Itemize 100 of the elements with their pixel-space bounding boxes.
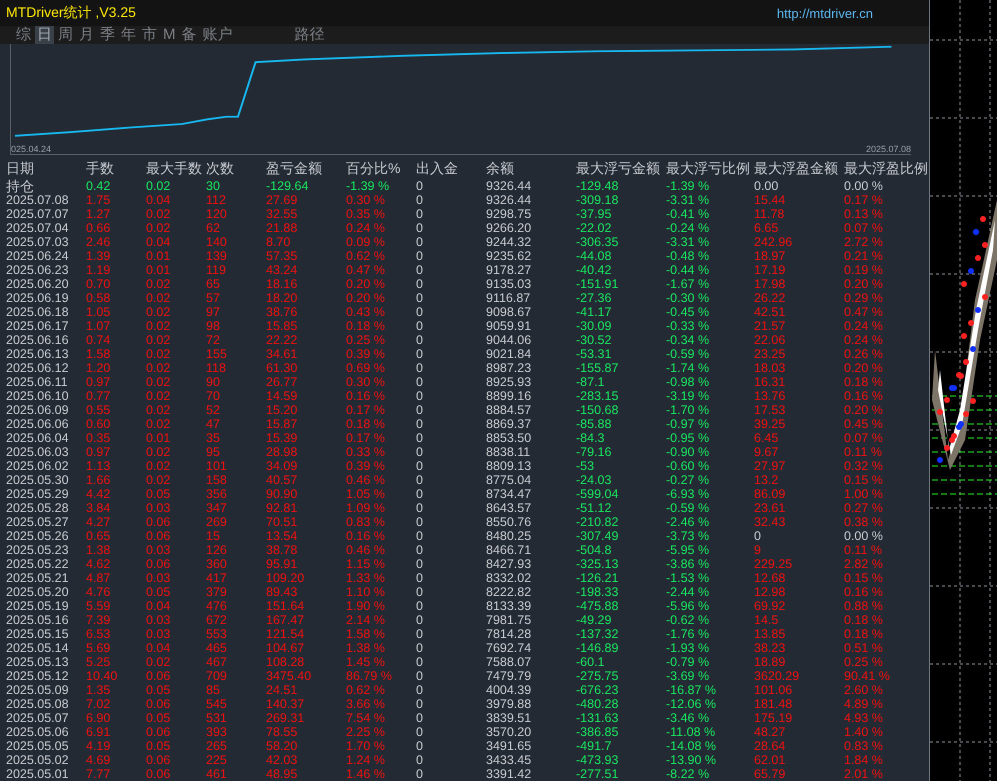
table-cell-text: 0 [416,501,424,515]
table-cell-text: -16.87 % [666,683,718,697]
table-cell-text: 0.03 [146,613,172,627]
period-tab[interactable]: M [161,26,178,44]
table-cell-text: 10.40 [86,669,118,683]
table-cell-text: 2025.05.02 [6,753,70,767]
period-tab[interactable]: 路径 [292,26,326,44]
table-cell-text: 0.25 % [844,655,884,669]
table-cell-text: 0.02 [146,319,172,333]
table-cell-text: -0.98 % [666,375,710,389]
table-cell-text: 0.35 % [346,207,386,221]
table-cell-text: 15.85 [266,319,298,333]
table-cell-text: 0.01 [146,431,172,445]
table-cell-text: 0.00 % [844,179,884,193]
table-cell-text: 0 [416,459,424,473]
table-cell-text: 15.87 [266,417,298,431]
table-cell-text: 0 [416,319,424,333]
table-cell-text: 225 [206,753,228,767]
table-cell-text: 0 [416,697,424,711]
table-cell-text: 6.91 [86,725,112,739]
table-cell-text: 86.09 [754,487,786,501]
axis-date-label: 2025.07.08 [866,144,911,154]
table-cell-text: 269 [206,515,228,529]
table-cell-text: 78.55 [266,725,298,739]
table-cell-text: 531 [206,711,228,725]
table-cell-text: 9326.44 [486,179,532,193]
axis-date-label: 025.04.24 [11,144,52,154]
table-cell-text: 0.19 % [844,263,884,277]
table-cell-text: 3839.51 [486,711,532,725]
table-cell-text: -155.87 [576,361,620,375]
table-cell-text: 229.25 [754,557,794,571]
table-cell-text: 1.75 [86,193,112,207]
table-cell-text: 9.67 [754,445,780,459]
table-cell-text: 0.43 % [346,305,386,319]
table-cell-text: 7692.74 [486,641,532,655]
table-cell-text: 0.02 [146,333,172,347]
period-tab[interactable]: 周 [56,26,75,44]
table-cell-text: 0.02 [146,291,172,305]
table-cell-text: 43.24 [266,263,298,277]
table-cell-text: 2025.05.09 [6,683,70,697]
column-header: 日期 [6,159,35,178]
table-cell-text: -386.85 [576,725,620,739]
period-tab[interactable]: 季 [98,26,117,44]
table-cell-text: 1.40 % [844,725,884,739]
column-header: 最大浮亏金额 [576,159,661,178]
period-tab[interactable]: 综 [14,26,33,44]
table-cell-text: 9135.03 [486,277,532,291]
table-cell-text: 0.83 % [844,739,884,753]
table-cell-text: 101.06 [754,683,794,697]
period-tab[interactable]: 日 [35,26,54,44]
table-cell-text: 0 [416,291,424,305]
table-cell-text: 0.00 % [844,529,884,543]
table-cell-text: 23.25 [754,347,786,361]
table-cell-text: 0.16 % [346,529,386,543]
table-cell-text: 0.06 [146,725,172,739]
table-cell-text: -51.12 [576,501,612,515]
table-cell-text: -275.75 [576,669,620,683]
table-cell-text: 0 [416,417,424,431]
period-tab[interactable]: 年 [119,26,138,44]
table-cell-text: 42.03 [266,753,298,767]
table-cell-text: 2025.05.22 [6,557,70,571]
table-cell-text: 4.42 [86,487,112,501]
table-cell-text: 1.70 % [346,739,386,753]
table-cell-text: -306.35 [576,235,620,249]
period-tab[interactable]: 账户 [200,26,234,44]
table-cell-text: 92.81 [266,501,298,515]
table-cell-text: 151.64 [266,599,306,613]
period-tab[interactable]: 备 [180,26,198,44]
table-cell-text: 8480.25 [486,529,532,543]
table-cell-text: -1.53 % [666,571,710,585]
table-cell-text: 0.04 [146,235,172,249]
website-link[interactable]: http://mtdriver.cn [776,6,873,20]
column-header: 手数 [86,159,115,178]
table-cell-text: 347 [206,501,228,515]
table-cell-text: -0.27 % [666,473,710,487]
table-cell-text: 0.83 % [346,515,386,529]
table-cell-text: 8466.71 [486,543,532,557]
table-cell-text: 0.58 [86,291,112,305]
table-cell-text: 0.39 % [346,347,386,361]
table-cell-text: 2025.05.16 [6,613,70,627]
table-cell-text: 0 [754,529,762,543]
period-tab[interactable]: 月 [77,26,96,44]
table-cell-text: 1.38 % [346,641,386,655]
table-cell-text: 34.61 [266,347,298,361]
table-cell-text: 95 [206,445,221,459]
table-cell-text: 393 [206,725,228,739]
table-cell-text: 2025.05.13 [6,655,70,669]
table-cell-text: -0.60 % [666,459,710,473]
table-cell-text: -0.97 % [666,417,710,431]
table-cell-text: 6.65 [754,221,780,235]
table-cell-text: 48.27 [754,725,786,739]
table-cell-text: 1.00 % [844,487,884,501]
table-cell-text: 0.39 % [346,459,386,473]
table-cell-text: 0 [416,431,424,445]
table-cell-text: 85 [206,683,221,697]
table-cell-text: 0 [416,375,424,389]
table-cell-text: -1.76 % [666,627,710,641]
table-cell-text: 0.02 [146,375,172,389]
period-tab[interactable]: 市 [140,26,159,44]
table-cell-text: 2.46 [86,235,112,249]
